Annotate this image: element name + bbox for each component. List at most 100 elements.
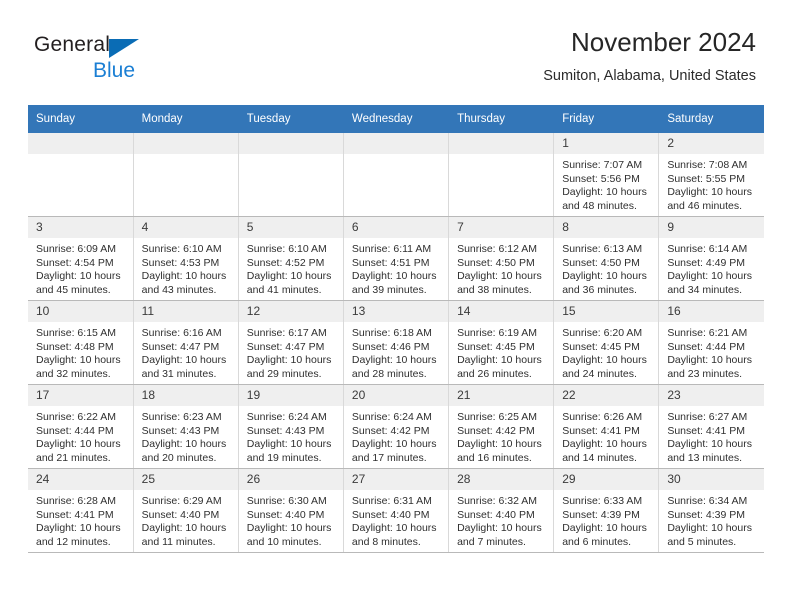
calendar-cell-day[interactable]: 15 Sunrise: 6:20 AM Sunset: 4:45 PM Dayligh… <box>553 300 660 385</box>
day-details: Sunrise: 7:07 AM Sunset: 5:56 PM Daylight:… <box>554 154 658 213</box>
sunrise-text: Sunrise: 6:13 AM <box>562 243 643 255</box>
day-number: 5 <box>238 217 343 238</box>
day-number: 20 <box>343 385 449 406</box>
daylight-text-line2: and 26 minutes. <box>457 367 532 380</box>
daylight-text-line1: Daylight: 10 hours <box>141 354 227 367</box>
day-number <box>449 133 554 154</box>
day-number <box>343 133 449 154</box>
sunrise-text: Sunrise: 6:15 AM <box>36 327 116 339</box>
daylight-text-line1: Daylight: 10 hours <box>457 270 542 283</box>
daylight-text-line2: and 34 minutes. <box>667 283 743 296</box>
sunrise-text: Sunrise: 6:33 AM <box>562 495 643 507</box>
daylight-text-line1: Daylight: 10 hours <box>562 522 647 535</box>
calendar-cell-day[interactable]: 6 Sunrise: 6:11 AM Sunset: 4:51 PM Daylight… <box>343 216 450 301</box>
sunrise-text: Sunrise: 6:29 AM <box>141 495 222 507</box>
sunset-text: Sunset: 4:43 PM <box>246 424 325 437</box>
day-details: Sunrise: 6:09 AM Sunset: 4:54 PM Daylight:… <box>28 238 133 297</box>
day-number: 24 <box>28 469 133 490</box>
sunset-text: Sunset: 4:42 PM <box>457 424 535 437</box>
daylight-text-line2: and 20 minutes. <box>141 451 217 464</box>
calendar-cell-day[interactable]: 1 Sunrise: 7:07 AM Sunset: 5:56 PM Daylight… <box>553 133 660 217</box>
calendar-cell-day[interactable]: 11 Sunrise: 6:16 AM Sunset: 4:47 PM Dayligh… <box>133 300 239 385</box>
daylight-text-line1: Daylight: 10 hours <box>562 186 647 199</box>
daylight-text-line2: and 14 minutes. <box>562 451 637 464</box>
calendar-cell-day[interactable]: 12 Sunrise: 6:17 AM Sunset: 4:47 PM Dayligh… <box>238 300 344 385</box>
calendar-cell-day[interactable]: 10 Sunrise: 6:15 AM Sunset: 4:48 PM Dayligh… <box>28 300 134 385</box>
sunset-text: Sunset: 4:45 PM <box>562 340 640 353</box>
daylight-text-line1: Daylight: 10 hours <box>246 354 332 367</box>
sunrise-text: Sunrise: 6:27 AM <box>667 411 748 423</box>
weekday-header-friday: Friday <box>553 105 660 133</box>
sunset-text: Sunset: 4:42 PM <box>351 424 430 437</box>
calendar-cell-day[interactable]: 21 Sunrise: 6:25 AM Sunset: 4:42 PM Dayligh… <box>448 384 555 469</box>
daylight-text-line1: Daylight: 10 hours <box>351 438 437 451</box>
sunset-text: Sunset: 4:41 PM <box>36 508 114 521</box>
calendar-cell-day[interactable]: 5 Sunrise: 6:10 AM Sunset: 4:52 PM Daylight… <box>238 216 344 301</box>
calendar-cell-day[interactable]: 28 Sunrise: 6:32 AM Sunset: 4:40 PM Dayligh… <box>448 468 555 553</box>
calendar-cell-day[interactable]: 7 Sunrise: 6:12 AM Sunset: 4:50 PM Daylight… <box>448 216 555 301</box>
calendar-week-row: 1 Sunrise: 7:07 AM Sunset: 5:56 PM Daylight… <box>28 133 764 217</box>
calendar-cell-day[interactable]: 26 Sunrise: 6:30 AM Sunset: 4:40 PM Dayligh… <box>238 468 344 553</box>
calendar-cell-day[interactable]: 23 Sunrise: 6:27 AM Sunset: 4:41 PM Dayligh… <box>658 384 764 469</box>
daylight-text-line2: and 46 minutes. <box>667 199 743 212</box>
sunrise-text: Sunrise: 6:09 AM <box>36 243 116 255</box>
sunset-text: Sunset: 4:46 PM <box>351 340 430 353</box>
calendar-cell-day[interactable]: 18 Sunrise: 6:23 AM Sunset: 4:43 PM Dayligh… <box>133 384 239 469</box>
triangle-icon <box>109 39 139 58</box>
day-number: 13 <box>343 301 449 322</box>
calendar-cell-day[interactable]: 20 Sunrise: 6:24 AM Sunset: 4:42 PM Dayligh… <box>343 384 450 469</box>
daylight-text-line2: and 45 minutes. <box>36 283 111 296</box>
daylight-text-line2: and 10 minutes. <box>246 535 322 548</box>
calendar-cell-day[interactable]: 30 Sunrise: 6:34 AM Sunset: 4:39 PM Dayligh… <box>658 468 764 553</box>
day-details: Sunrise: 6:34 AM Sunset: 4:39 PM Daylight:… <box>659 490 764 549</box>
daylight-text-line1: Daylight: 10 hours <box>351 270 437 283</box>
calendar-cell-day[interactable]: 3 Sunrise: 6:09 AM Sunset: 4:54 PM Daylight… <box>28 216 134 301</box>
calendar-cell-day[interactable]: 25 Sunrise: 6:29 AM Sunset: 4:40 PM Dayligh… <box>133 468 239 553</box>
weekday-header-sunday: Sunday <box>28 105 134 133</box>
daylight-text-line2: and 13 minutes. <box>667 451 743 464</box>
calendar-cell-day[interactable]: 24 Sunrise: 6:28 AM Sunset: 4:41 PM Dayligh… <box>28 468 134 553</box>
calendar-cell-day[interactable]: 27 Sunrise: 6:31 AM Sunset: 4:40 PM Dayligh… <box>343 468 450 553</box>
day-number: 10 <box>28 301 133 322</box>
weekday-header-wednesday: Wednesday <box>343 105 450 133</box>
day-details: Sunrise: 6:10 AM Sunset: 4:52 PM Daylight:… <box>239 238 343 297</box>
sunrise-text: Sunrise: 6:28 AM <box>36 495 116 507</box>
calendar-cell-day[interactable]: 14 Sunrise: 6:19 AM Sunset: 4:45 PM Dayligh… <box>448 300 555 385</box>
calendar-cell-day[interactable]: 4 Sunrise: 6:10 AM Sunset: 4:53 PM Daylight… <box>133 216 239 301</box>
daylight-text-line2: and 41 minutes. <box>246 283 322 296</box>
daylight-text-line2: and 48 minutes. <box>562 199 637 212</box>
sunrise-text: Sunrise: 6:21 AM <box>667 327 748 339</box>
calendar-cell-day[interactable]: 2 Sunrise: 7:08 AM Sunset: 5:55 PM Daylight… <box>658 133 764 217</box>
day-details: Sunrise: 6:22 AM Sunset: 4:44 PM Daylight:… <box>28 406 133 465</box>
sunset-text: Sunset: 4:40 PM <box>246 508 325 521</box>
daylight-text-line2: and 12 minutes. <box>36 535 111 548</box>
general-blue-logo[interactable]: General Blue <box>34 34 214 82</box>
sunset-text: Sunset: 4:44 PM <box>36 424 114 437</box>
sunrise-text: Sunrise: 6:23 AM <box>141 411 222 423</box>
location-subtitle: Sumiton, Alabama, United States <box>543 67 756 84</box>
page-header: General Blue November 2024 Sumiton, Alab… <box>0 0 792 84</box>
calendar-cell-day[interactable]: 16 Sunrise: 6:21 AM Sunset: 4:44 PM Dayligh… <box>658 300 764 385</box>
sunrise-text: Sunrise: 6:32 AM <box>457 495 538 507</box>
calendar-cell-day[interactable]: 17 Sunrise: 6:22 AM Sunset: 4:44 PM Dayligh… <box>28 384 134 469</box>
calendar-cell-day[interactable]: 22 Sunrise: 6:26 AM Sunset: 4:41 PM Dayligh… <box>553 384 660 469</box>
daylight-text-line2: and 16 minutes. <box>457 451 532 464</box>
calendar-cell-day[interactable]: 29 Sunrise: 6:33 AM Sunset: 4:39 PM Dayligh… <box>553 468 660 553</box>
sunrise-text: Sunrise: 6:30 AM <box>246 495 327 507</box>
sunrise-text: Sunrise: 6:17 AM <box>246 327 327 339</box>
daylight-text-line1: Daylight: 10 hours <box>562 354 647 367</box>
daylight-text-line2: and 24 minutes. <box>562 367 637 380</box>
sunset-text: Sunset: 4:45 PM <box>457 340 535 353</box>
daylight-text-line2: and 38 minutes. <box>457 283 532 296</box>
logo-text-general: General <box>34 33 111 56</box>
daylight-text-line1: Daylight: 10 hours <box>562 438 647 451</box>
calendar-cell-day[interactable]: 9 Sunrise: 6:14 AM Sunset: 4:49 PM Daylight… <box>658 216 764 301</box>
calendar-cell-day[interactable]: 13 Sunrise: 6:18 AM Sunset: 4:46 PM Dayligh… <box>343 300 450 385</box>
day-number: 26 <box>238 469 343 490</box>
calendar-cell-day[interactable]: 19 Sunrise: 6:24 AM Sunset: 4:43 PM Dayligh… <box>238 384 344 469</box>
daylight-text-line2: and 29 minutes. <box>246 367 322 380</box>
day-number <box>238 133 343 154</box>
calendar-cell-day[interactable]: 8 Sunrise: 6:13 AM Sunset: 4:50 PM Daylight… <box>553 216 660 301</box>
sunset-text: Sunset: 4:41 PM <box>667 424 745 437</box>
daylight-text-line1: Daylight: 10 hours <box>457 438 542 451</box>
